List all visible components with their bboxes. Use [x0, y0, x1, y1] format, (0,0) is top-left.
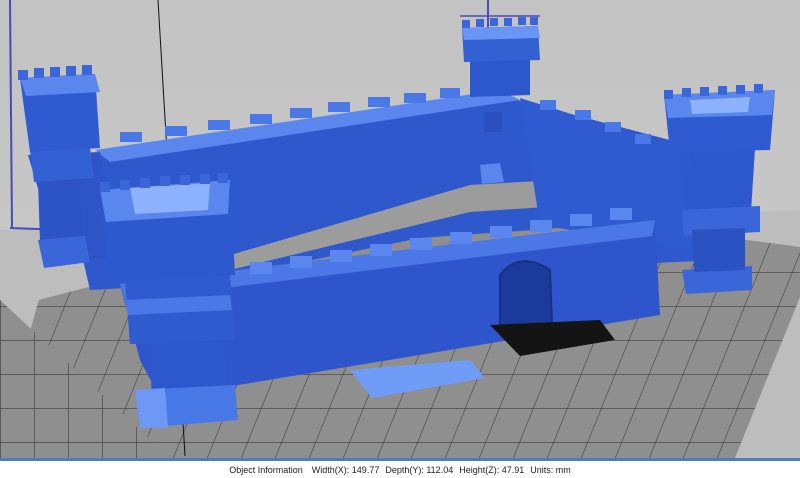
- object-information-bar: Object Information Width(X): 149.77 Dept…: [0, 458, 800, 478]
- height-readout: Height(Z): 47.91: [459, 464, 525, 475]
- status-title: Object Information: [229, 464, 303, 475]
- 3d-viewport[interactable]: [0, 0, 800, 458]
- slicer-window: Object Information Width(X): 149.77 Dept…: [0, 0, 800, 478]
- units-readout: Units: mm: [530, 464, 571, 475]
- scene-canvas[interactable]: [0, 0, 800, 458]
- depth-readout: Depth(Y): 112.04: [385, 464, 454, 475]
- z-axis-line: [9, 0, 13, 229]
- width-readout: Width(X): 149.77: [311, 464, 380, 475]
